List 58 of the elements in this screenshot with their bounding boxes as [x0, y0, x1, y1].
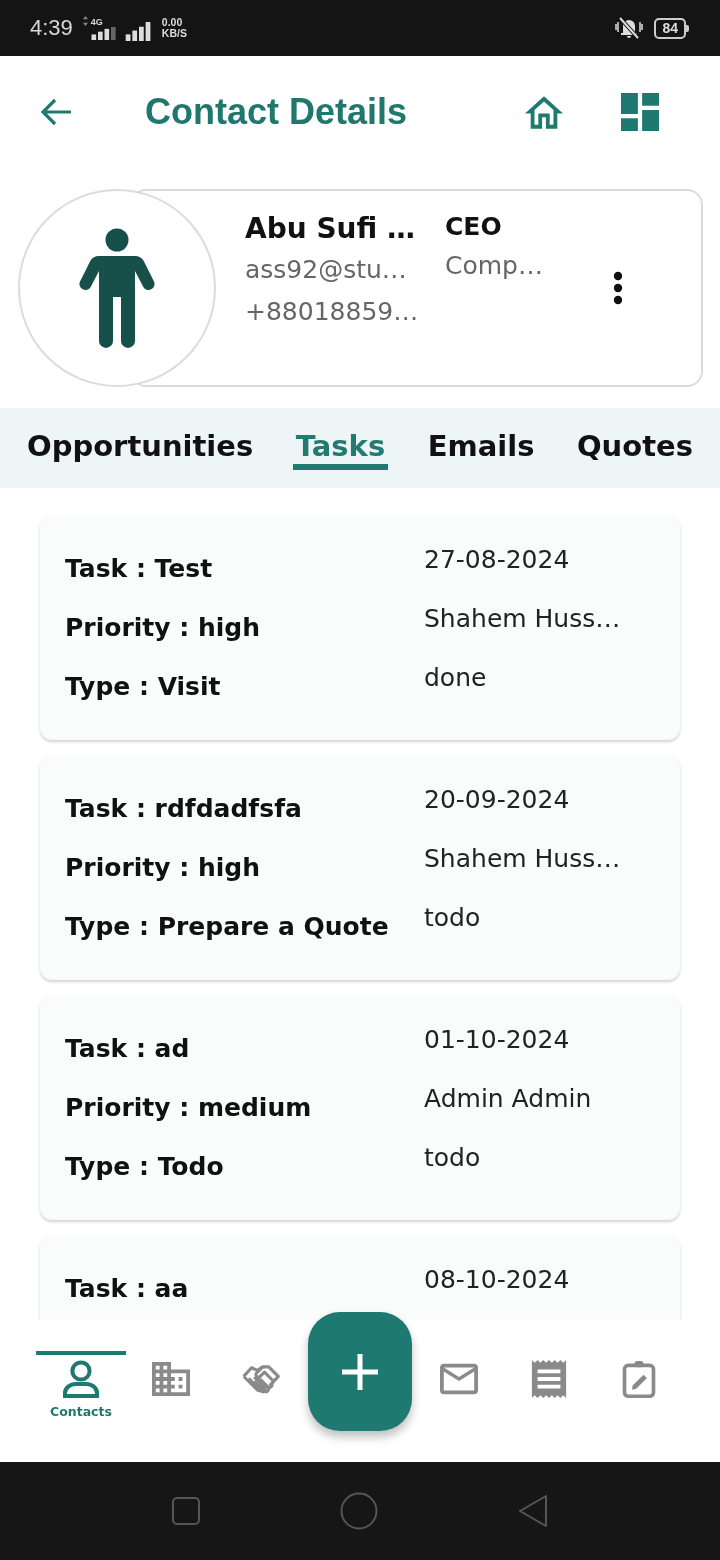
task-name: Task : Test [65, 553, 213, 585]
back-triangle-icon[interactable] [518, 1494, 548, 1528]
person-outline-icon [62, 1360, 100, 1398]
speed-unit: KB/S [161, 28, 187, 39]
network-type: 4G [90, 18, 103, 27]
battery-indicator: 84 [654, 17, 686, 39]
task-date: 20-09-2024 [424, 784, 570, 816]
person-icon [79, 228, 155, 348]
receipt-icon [530, 1360, 568, 1398]
task-type: Type : Visit [65, 671, 221, 703]
company-name: Comp… [445, 250, 543, 282]
task-date: 01-10-2024 [424, 1024, 570, 1056]
task-status: todo [424, 902, 481, 934]
signal-icon [90, 27, 118, 40]
tab[interactable]: Tasks [292, 408, 389, 470]
task-priority: Priority : medium [65, 1092, 312, 1124]
signal-icon [124, 21, 153, 41]
task-date: 08-10-2024 [424, 1264, 570, 1296]
task-assignee: Shahem Huss… [424, 603, 621, 635]
contact-email: ass92@stu… [245, 254, 407, 286]
task-card[interactable]: Task : rdfdadfsfa Priority : high Type : Prepare a Quote 20-09-2024 Shahem Huss… todo [40, 756, 680, 980]
task-priority: Priority : high [65, 612, 260, 644]
home-icon[interactable] [525, 95, 563, 129]
plus-icon [342, 1353, 378, 1390]
nav-tab[interactable]: Contacts [36, 1351, 126, 1420]
data-speed: 0.00 [161, 17, 184, 28]
task-name: Task : ad [65, 1033, 190, 1065]
contact-name: Abu Sufi … [245, 211, 415, 247]
task-date: 27-08-2024 [424, 544, 570, 576]
back-arrow-icon[interactable] [40, 98, 72, 126]
home-circle-icon[interactable] [340, 1492, 378, 1530]
add-button[interactable] [308, 1312, 412, 1431]
task-assignee: Shahem Huss… [424, 843, 621, 875]
task-name: Task : aa [65, 1273, 189, 1305]
clipboard-pencil-icon [620, 1360, 658, 1398]
task-card[interactable]: Task : Test Priority : high Type : Visit 27-08-2024 Shahem Huss… done [40, 516, 680, 740]
task-type: Type : Todo [65, 1151, 224, 1183]
task-status: todo [424, 1142, 481, 1174]
tab[interactable]: Opportunities [24, 408, 257, 470]
status-time: 4:39 [30, 15, 73, 41]
data-arrows-icon [82, 16, 88, 26]
dashboard-icon[interactable] [621, 93, 659, 131]
contact-phone: +88018859… [245, 296, 419, 328]
task-card[interactable]: Task : aa 08-10-2024 [40, 1236, 680, 1320]
building-icon [152, 1360, 190, 1398]
tab[interactable]: Emails [424, 408, 538, 470]
recent-apps-icon[interactable] [172, 1497, 200, 1525]
more-options-icon[interactable] [613, 271, 623, 305]
task-card[interactable]: Task : ad Priority : medium Type : Todo 01-10-2024 Admin Admin todo [40, 996, 680, 1220]
job-title: CEO [445, 211, 502, 243]
task-priority: Priority : high [65, 852, 260, 884]
task-status: done [424, 662, 487, 694]
screen-title: Contact Details [145, 91, 408, 133]
task-assignee: Admin Admin [424, 1083, 592, 1115]
tab[interactable]: Quotes [573, 408, 696, 470]
task-type: Type : Prepare a Quote [65, 911, 389, 943]
task-name: Task : rdfdadfsfa [65, 793, 302, 825]
bell-off-icon [614, 16, 645, 40]
